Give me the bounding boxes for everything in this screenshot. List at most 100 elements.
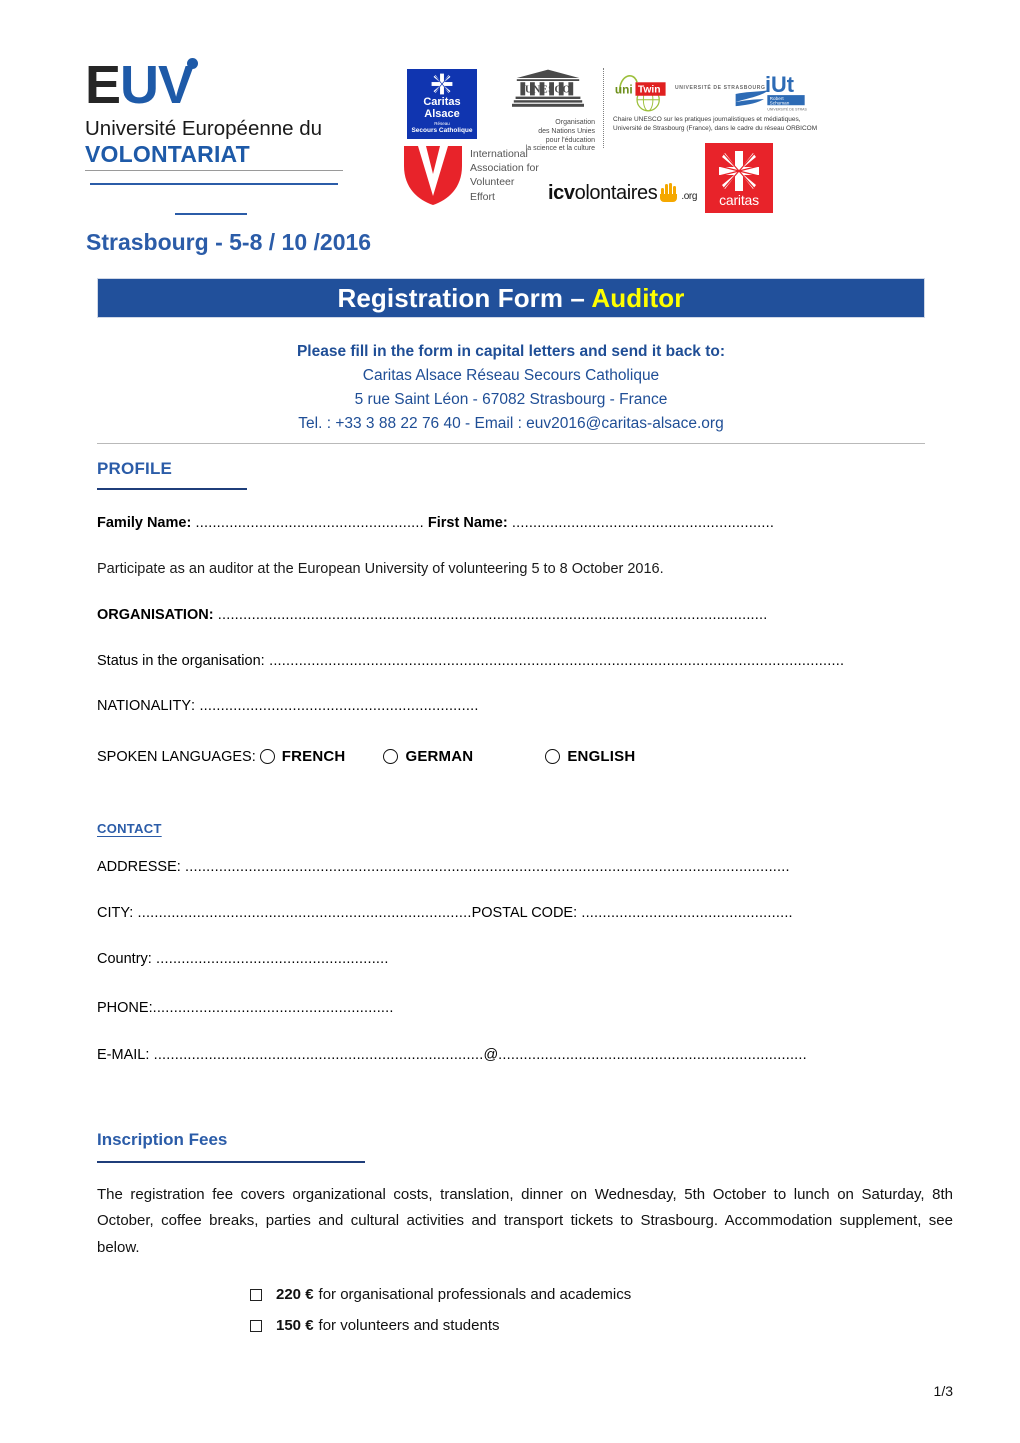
organisation-input[interactable]: ........................................…	[214, 607, 768, 623]
header-divider-blue-long	[90, 183, 338, 185]
field-row-phone[interactable]: PHONE:..................................…	[97, 1000, 953, 1016]
section-heading-profile: PROFILE	[97, 459, 173, 478]
return-tel-email: Tel. : +33 3 88 22 76 40 - Email : euv20…	[298, 415, 724, 433]
postal-code-input[interactable]: ........................................…	[577, 905, 793, 921]
field-row-email[interactable]: E-MAIL: ................................…	[97, 1047, 953, 1063]
email-input-local[interactable]: ........................................…	[149, 1047, 484, 1063]
family-name-label: Family Name:	[97, 515, 192, 531]
caritas-alsace-name-1: Caritas	[423, 96, 461, 108]
profile-heading-underline	[97, 488, 247, 490]
logo-separator	[603, 68, 604, 148]
field-row-city-postal[interactable]: CITY: ..................................…	[97, 905, 953, 921]
city-label: CITY:	[97, 905, 134, 921]
country-input[interactable]: ........................................…	[152, 951, 389, 967]
fee-description-220: for organisational professionals and aca…	[318, 1286, 632, 1303]
radio-french[interactable]	[259, 749, 275, 764]
email-input-domain[interactable]: ........................................…	[498, 1047, 807, 1063]
country-label: Country:	[97, 951, 152, 967]
language-option-german[interactable]: GERMAN	[383, 748, 473, 765]
first-name-label: First Name:	[423, 515, 508, 531]
address-label: ADDRESSE:	[97, 859, 181, 875]
svg-text:Schuman: Schuman	[770, 100, 790, 105]
page-title: Registration Form – Auditor	[338, 283, 685, 314]
address-divider	[97, 443, 925, 444]
field-row-organisation[interactable]: ORGANISATION: ..........................…	[97, 607, 953, 623]
status-label: Status in the organisation	[97, 653, 261, 669]
return-address: 5 rue Saint Léon - 67082 Strasbourg - Fr…	[354, 391, 668, 409]
iave-name-line3: Volunteer	[470, 176, 515, 189]
unesco-chair-caption-line2: Université de Strasbourg (France), dans …	[613, 124, 818, 132]
euv-acronym: EUV	[85, 58, 355, 116]
language-option-french[interactable]: FRENCH	[259, 748, 346, 765]
svg-text:iUt: iUt	[765, 72, 794, 97]
euv-subtitle-fr: Université Européenne du	[85, 117, 323, 140]
euv-accent-dot-icon	[187, 58, 198, 69]
caritas-alsace-name-2: Alsace	[424, 108, 460, 120]
field-row-name[interactable]: Family Name: ...........................…	[97, 515, 953, 531]
checkbox-fee-150[interactable]	[250, 1319, 262, 1332]
unitwin-globe-icon: uni Twin	[615, 75, 666, 112]
spoken-languages-row: SPOKEN LANGUAGES: FRENCH GERMAN ENGLISH	[97, 748, 635, 765]
section-heading-fees: Inscription Fees	[97, 1130, 228, 1149]
form-title-banner: Registration Form – Auditor	[97, 278, 925, 318]
partner-logos: Caritas Alsace Réseau Secours Catholique	[400, 62, 817, 222]
caritas-alsace-logo: Caritas Alsace Réseau Secours Catholique	[407, 69, 477, 139]
fee-option-volunteer[interactable]: 150 € for volunteers and students	[250, 1317, 500, 1334]
iave-name-line4: Effort	[470, 190, 495, 203]
page-number: 1/3	[933, 1383, 953, 1399]
fee-amount-220: 220 €	[276, 1286, 314, 1303]
nationality-input[interactable]: : ......................................…	[191, 698, 479, 714]
status-input[interactable]: : ......................................…	[261, 653, 845, 669]
city-input[interactable]: ........................................…	[133, 905, 471, 921]
document-header: EUV Université Européenne du VOLONTARIAT…	[0, 0, 1020, 280]
checkbox-fee-220[interactable]	[250, 1288, 262, 1301]
language-label-english: ENGLISH	[567, 748, 636, 765]
iave-name-line1: International	[470, 148, 528, 160]
language-label-german: GERMAN	[405, 748, 474, 765]
svg-text:UNIVERSITÉ DE STRASBOURG: UNIVERSITÉ DE STRASBOURG	[675, 83, 766, 91]
iave-name: International Association for Volunteer …	[470, 147, 558, 204]
fill-instruction: Please fill in the form in capital lette…	[296, 343, 726, 360]
participation-note: Participate as an auditor at the Europea…	[97, 561, 664, 577]
first-name-input[interactable]: ........................................…	[508, 515, 774, 531]
fees-heading-underline	[97, 1161, 365, 1163]
event-location-dates: Strasbourg - 5-8 / 10 /2016	[86, 229, 372, 255]
euv-acronym-uv: UV	[120, 55, 194, 115]
fee-amount-150: 150 €	[276, 1317, 314, 1334]
header-divider-blue-short	[175, 213, 247, 215]
language-option-english[interactable]: ENGLISH	[545, 748, 635, 765]
section-heading-contact: CONTACT	[97, 821, 162, 836]
registration-form-page: EUV Université Européenne du VOLONTARIAT…	[0, 0, 1020, 1443]
email-at-symbol: @	[483, 1047, 499, 1063]
field-row-nationality[interactable]: NATIONALITY: ...........................…	[97, 698, 953, 714]
caritas-wordmark: caritas	[719, 191, 759, 208]
iave-shield-v-icon	[404, 146, 462, 205]
svg-text:Twin: Twin	[638, 85, 661, 96]
euv-volontariat: VOLONTARIAT	[85, 140, 250, 167]
universite-strasbourg-logo: UNIVERSITÉ DE STRASBOURG	[675, 83, 769, 107]
field-row-status[interactable]: Status in the organisation: ............…	[97, 653, 953, 669]
fee-option-professional[interactable]: 220 € for organisational professionals an…	[250, 1286, 631, 1303]
svg-text:uni: uni	[615, 82, 633, 96]
address-input[interactable]: ........................................…	[181, 859, 790, 875]
spoken-languages-label: SPOKEN LANGUAGES:	[97, 748, 256, 765]
iave-name-line2: Association for	[470, 162, 539, 175]
iave-logo: International Association for Volunteer …	[402, 144, 539, 209]
phone-input[interactable]: ........................................…	[153, 1000, 394, 1016]
radio-english[interactable]	[545, 749, 561, 764]
unitwin-logo-group: uni Twin UNIVERSITÉ DE STRASBOURG iUt Ro…	[613, 68, 807, 116]
unesco-chair-caption-line1: Chaire UNESCO sur les pratiques journali…	[613, 116, 801, 123]
family-name-input[interactable]: ........................................…	[191, 515, 424, 531]
return-address-block: Please fill in the form in capital lette…	[97, 340, 925, 436]
icvolontaires-logo: icvolontaires .org	[548, 182, 697, 205]
caritas-flame-cross-icon	[718, 150, 760, 191]
icvolontaires-tld: .org	[681, 191, 697, 202]
field-row-address[interactable]: ADDRESSE: ..............................…	[97, 859, 953, 875]
nationality-label: NATIONALITY	[97, 698, 191, 714]
unesco-logo: UNESCO Organisation des Nations Unies po…	[500, 68, 595, 154]
field-row-country[interactable]: Country: ...............................…	[97, 951, 953, 967]
email-label: E-MAIL:	[97, 1047, 150, 1063]
phone-label: PHONE:	[97, 1000, 153, 1016]
icvolontaires-rest: olontaires	[574, 182, 658, 204]
radio-german[interactable]	[383, 749, 399, 764]
